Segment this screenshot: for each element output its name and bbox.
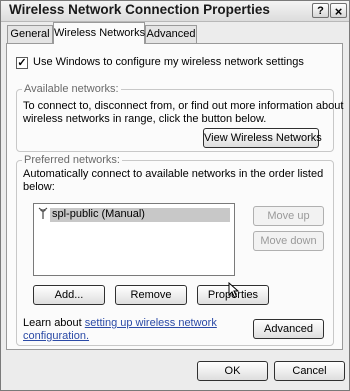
remove-button[interactable]: Remove xyxy=(115,285,187,305)
setting-up-wireless-link[interactable]: setting up wireless network xyxy=(85,317,217,329)
preferred-networks-group: Preferred networks: Automatically connec… xyxy=(16,154,334,346)
cancel-button[interactable]: Cancel xyxy=(274,361,345,381)
configuration-link[interactable]: configuration. xyxy=(23,330,89,342)
title-bar[interactable]: Wireless Network Connection Properties ?… xyxy=(1,1,349,22)
ok-button[interactable]: OK xyxy=(197,361,268,381)
advanced-button[interactable]: Advanced xyxy=(253,319,324,339)
add-button[interactable]: Add... xyxy=(33,285,105,305)
close-button[interactable]: × xyxy=(330,3,347,19)
view-wireless-networks-button[interactable]: View Wireless Networks xyxy=(203,128,322,148)
available-networks-legend: Available networks: xyxy=(22,83,121,95)
tab-advanced[interactable]: Advanced xyxy=(145,25,197,44)
network-name: spl-public (Manual) xyxy=(52,208,145,220)
wireless-antenna-icon xyxy=(37,206,49,223)
move-up-button[interactable]: Move up xyxy=(253,206,324,226)
use-windows-checkbox[interactable]: ✓ xyxy=(16,57,28,69)
tab-wireless-networks[interactable]: Wireless Networks xyxy=(53,22,145,44)
wireless-networks-panel: ✓ Use Windows to configure my wireless n… xyxy=(6,43,343,350)
dialog-window: Wireless Network Connection Properties ?… xyxy=(0,0,350,391)
preferred-networks-text-line2: below: xyxy=(23,181,55,193)
help-button[interactable]: ? xyxy=(312,3,329,18)
tab-general[interactable]: General xyxy=(7,25,53,44)
preferred-networks-legend: Preferred networks: xyxy=(22,154,122,166)
window-title: Wireless Network Connection Properties xyxy=(9,2,270,17)
learn-about-prefix: Learn about xyxy=(23,317,85,329)
available-networks-text-line2: wireless networks in range, click the bu… xyxy=(23,113,267,125)
mouse-cursor-icon xyxy=(228,282,240,299)
learn-about-text: Learn about setting up wireless network xyxy=(23,317,217,329)
available-networks-text-line1: To connect to, disconnect from, or find … xyxy=(23,100,344,112)
available-networks-group: Available networks: To connect to, disco… xyxy=(16,83,343,152)
move-down-button[interactable]: Move down xyxy=(253,231,324,251)
preferred-networks-text-line1: Automatically connect to available netwo… xyxy=(23,168,324,180)
use-windows-label[interactable]: Use Windows to configure my wireless net… xyxy=(33,56,304,68)
preferred-networks-list[interactable]: spl-public (Manual) xyxy=(33,203,235,276)
